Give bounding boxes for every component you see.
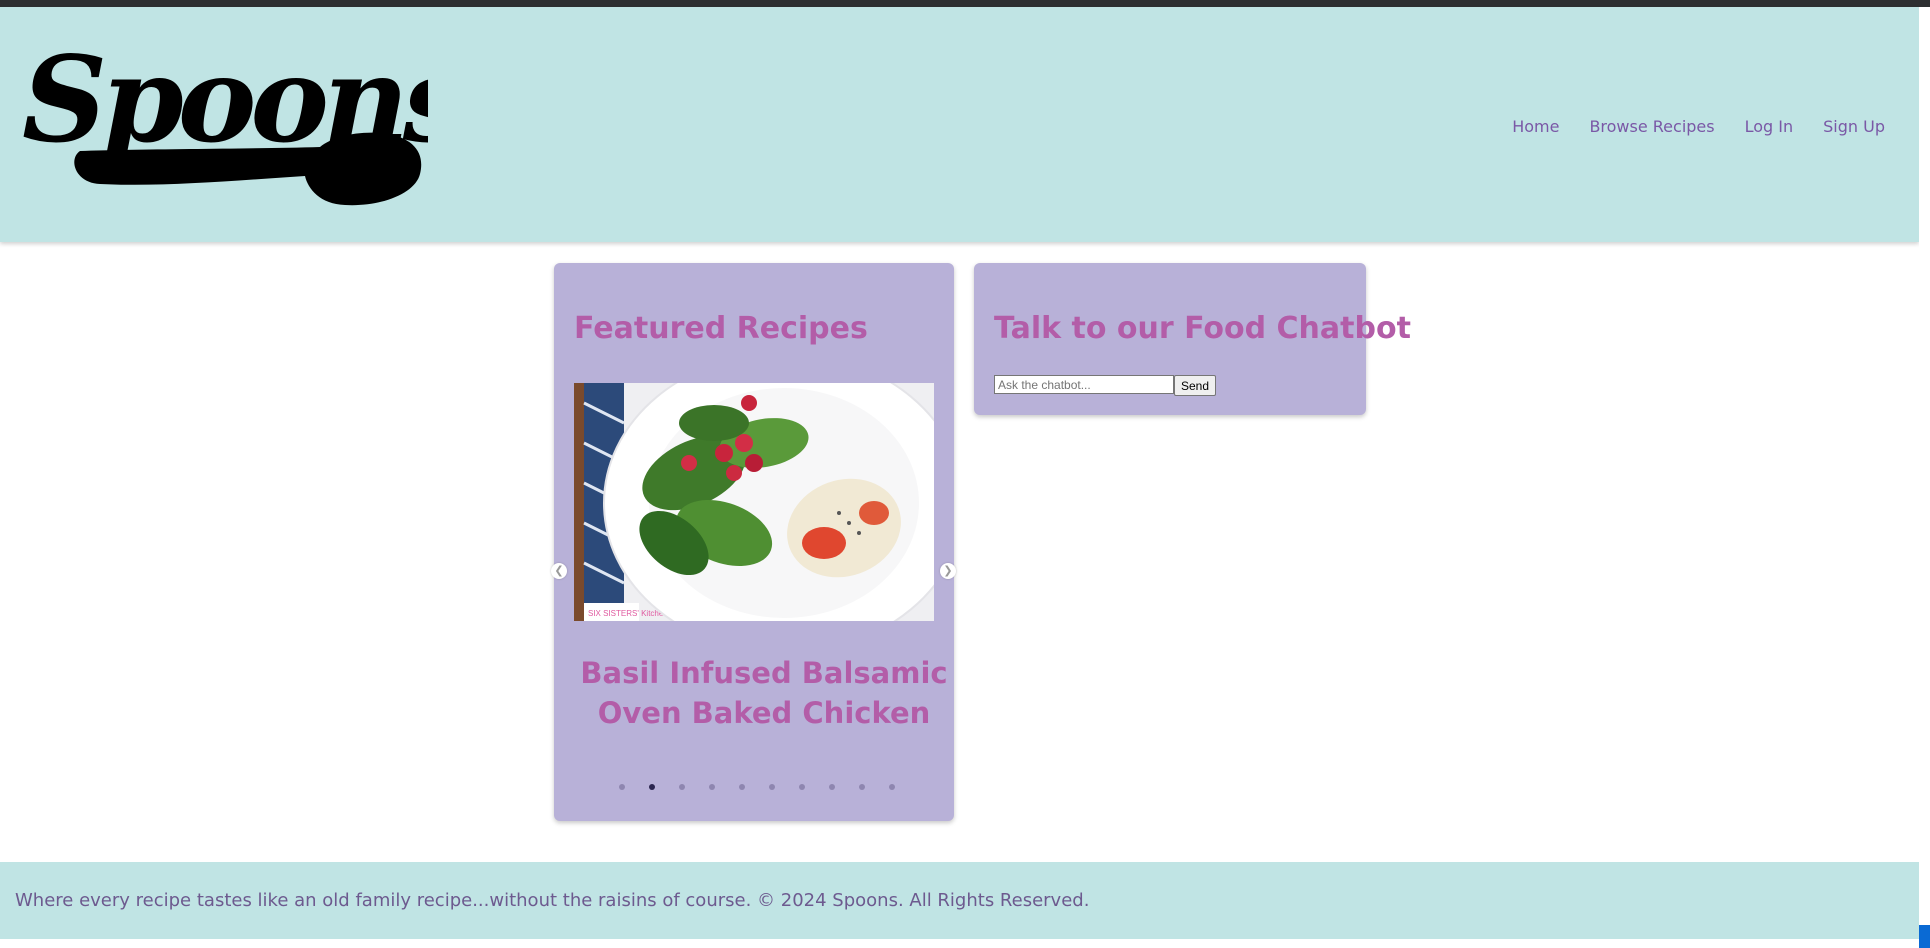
carousel-dots xyxy=(619,784,895,790)
chevron-right-icon: ❯ xyxy=(943,564,953,577)
page: Spoons Home Browse Recipes Log In Sign U… xyxy=(0,0,1930,948)
site-header: Spoons Home Browse Recipes Log In Sign U… xyxy=(0,7,1919,242)
recipe-image[interactable]: SIX SISTERS' Kitchen xyxy=(574,383,934,621)
send-button[interactable]: Send xyxy=(1174,375,1217,396)
carousel-dot[interactable] xyxy=(889,784,895,790)
chatbot-form: Send xyxy=(994,375,1217,396)
carousel-prev-button[interactable]: ❮ xyxy=(551,563,567,579)
chatbot-title: Talk to our Food Chatbot xyxy=(994,311,1411,346)
nav-browse-recipes[interactable]: Browse Recipes xyxy=(1589,117,1714,136)
carousel-dot[interactable] xyxy=(739,784,745,790)
carousel-next-button[interactable]: ❯ xyxy=(940,563,956,579)
image-watermark: SIX SISTERS' Kitchen xyxy=(588,609,668,618)
carousel-dot[interactable] xyxy=(619,784,625,790)
carousel-dot[interactable] xyxy=(829,784,835,790)
browser-top-bar xyxy=(0,0,1930,7)
featured-recipes-card: Featured Recipes SIX SISTERS' Kitchen ❮ … xyxy=(551,263,956,821)
spoons-logo[interactable]: Spoons xyxy=(20,29,428,209)
footer-text: Where every recipe tastes like an old fa… xyxy=(15,890,1090,911)
carousel-dot[interactable] xyxy=(709,784,715,790)
carousel-dot[interactable] xyxy=(679,784,685,790)
nav-log-in[interactable]: Log In xyxy=(1745,117,1794,136)
carousel-dot[interactable] xyxy=(799,784,805,790)
page-scrollbar[interactable] xyxy=(1919,7,1930,948)
main-nav: Home Browse Recipes Log In Sign Up xyxy=(1512,117,1885,136)
nav-home[interactable]: Home xyxy=(1512,117,1559,136)
logo-wordmark: Spoons xyxy=(22,30,428,169)
carousel-dot[interactable] xyxy=(769,784,775,790)
nav-sign-up[interactable]: Sign Up xyxy=(1823,117,1885,136)
site-footer: Where every recipe tastes like an old fa… xyxy=(0,862,1919,939)
chevron-left-icon: ❮ xyxy=(554,564,564,577)
carousel-dot[interactable] xyxy=(859,784,865,790)
recipe-title[interactable]: Basil Infused Balsamic Oven Baked Chicke… xyxy=(574,653,954,733)
chatbot-card: Talk to our Food Chatbot Send xyxy=(974,263,1411,415)
featured-recipes-title: Featured Recipes xyxy=(574,311,868,346)
carousel-dot-active[interactable] xyxy=(649,784,655,790)
chatbot-input[interactable] xyxy=(994,375,1174,394)
taskbar-corner xyxy=(1919,925,1930,948)
